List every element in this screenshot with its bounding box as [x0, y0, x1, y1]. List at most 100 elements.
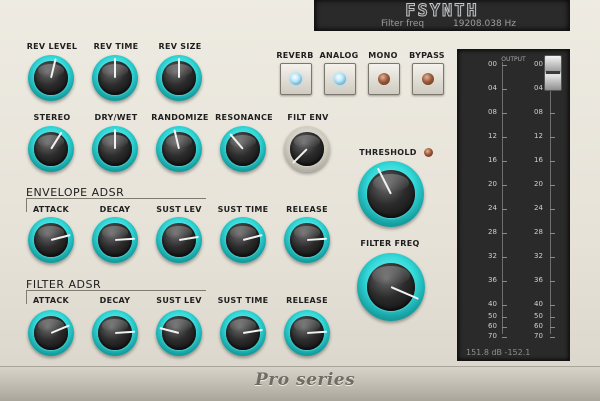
rev-time-knob[interactable]	[92, 55, 138, 101]
meter-tick-line	[502, 161, 507, 162]
meter-left-tick: 70	[488, 332, 497, 340]
threshold-knob[interactable]	[358, 161, 424, 227]
envelope-attack-knob[interactable]	[28, 217, 74, 263]
meter-tick-line	[502, 281, 507, 282]
envelope-sust-time-label: SUST TIME	[217, 205, 269, 214]
filter-freq-label: FILTER FREQ	[360, 239, 420, 248]
rev-time-label: REV TIME	[93, 42, 139, 51]
mono-switch[interactable]	[368, 63, 400, 95]
display-title: FSYNTH	[405, 1, 479, 22]
resonance-knob[interactable]	[220, 126, 266, 172]
meter-tick-line	[550, 281, 555, 282]
rev-size-knob[interactable]	[156, 55, 202, 101]
meter-rail-right	[550, 62, 551, 334]
meter-left-tick: 50	[488, 312, 497, 320]
filter-sust-time-label: SUST TIME	[217, 296, 269, 305]
meter-tick-line	[550, 337, 555, 338]
meter-tick-line	[502, 257, 507, 258]
filt-env-knob[interactable]	[284, 126, 330, 172]
meter-right-tick: 08	[534, 108, 543, 116]
envelope-decay-label: DECAY	[99, 205, 131, 214]
meter-left-tick: 40	[488, 300, 497, 308]
meter-left-tick: 36	[488, 276, 497, 284]
rev-level-knob[interactable]	[28, 55, 74, 101]
dry-wet-knob[interactable]	[92, 126, 138, 172]
meter-right-tick: 32	[534, 252, 543, 260]
output-fader-handle[interactable]	[544, 55, 562, 91]
filter-sust-lev-label: SUST LEV	[156, 296, 202, 305]
meter-tick-line	[502, 305, 507, 306]
meter-right-tick: 28	[534, 228, 543, 236]
threshold-label: THRESHOLD	[359, 148, 417, 157]
meter-right-tick: 12	[534, 132, 543, 140]
brand-logo: Pro series	[255, 370, 356, 390]
stereo-knob[interactable]	[28, 126, 74, 172]
stereo-label: STEREO	[33, 113, 71, 122]
analog-switch[interactable]	[324, 63, 356, 95]
filter-decay-knob[interactable]	[92, 310, 138, 356]
meter-tick-line	[502, 65, 507, 66]
filt-env-label: FILT ENV	[287, 113, 329, 122]
reverb-switch-label: REVERB	[276, 51, 314, 60]
rev-level-label: REV LEVEL	[26, 42, 78, 51]
meter-right-tick: 50	[534, 312, 543, 320]
meter-tick-line	[550, 305, 555, 306]
meter-tick-line	[502, 327, 507, 328]
meter-right-tick: 04	[534, 84, 543, 92]
meter-left-tick: 00	[488, 60, 497, 68]
filter-attack-knob[interactable]	[28, 310, 74, 356]
resonance-label: RESONANCE	[215, 113, 273, 122]
display-param-value: 19208.038 Hz	[453, 19, 517, 29]
meter-left-tick: 16	[488, 156, 497, 164]
envelope-sust-time-knob[interactable]	[220, 217, 266, 263]
meter-left-tick: 20	[488, 180, 497, 188]
threshold-led-icon	[424, 148, 433, 157]
meter-tick-line	[502, 89, 507, 90]
meter-right-tick: 16	[534, 156, 543, 164]
bypass-led-icon	[422, 73, 434, 85]
meter-right-tick: 60	[534, 322, 543, 330]
plugin-window: FSYNTH Filter freq 19208.038 Hz REV LEVE…	[0, 0, 600, 401]
meter-tick-line	[502, 233, 507, 234]
filter-decay-label: DECAY	[99, 296, 131, 305]
meter-tick-line	[502, 137, 507, 138]
mono-led-icon	[378, 73, 390, 85]
reverb-switch[interactable]	[280, 63, 312, 95]
meter-left-tick: 60	[488, 322, 497, 330]
meter-readout: 151.8 dB -152.1	[466, 348, 531, 357]
filter-release-label: RELEASE	[286, 296, 328, 305]
meter-tick-line	[550, 233, 555, 234]
envelope-attack-label: ATTACK	[32, 205, 70, 214]
meter-right-tick: 40	[534, 300, 543, 308]
meter-left-tick: 04	[488, 84, 497, 92]
randomize-knob[interactable]	[156, 126, 202, 172]
rev-size-label: REV SIZE	[158, 42, 202, 51]
meter-tick-line	[550, 137, 555, 138]
meter-right-tick: 20	[534, 180, 543, 188]
envelope-decay-knob[interactable]	[92, 217, 138, 263]
bypass-switch-label: BYPASS	[409, 51, 445, 60]
bypass-switch[interactable]	[412, 63, 444, 95]
meter-tick-line	[550, 113, 555, 114]
meter-tick-line	[550, 161, 555, 162]
envelope-release-knob[interactable]	[284, 217, 330, 263]
display-screen: FSYNTH Filter freq 19208.038 Hz	[314, 0, 570, 31]
meter-right-tick: 00	[534, 60, 543, 68]
display-param-name: Filter freq	[381, 19, 425, 29]
reverb-led-icon	[290, 73, 302, 85]
meter-tick-line	[550, 327, 555, 328]
filter-sust-time-knob[interactable]	[220, 310, 266, 356]
dry-wet-label: DRY/WET	[94, 113, 138, 122]
envelope-sust-lev-label: SUST LEV	[156, 205, 202, 214]
filter-attack-label: ATTACK	[32, 296, 70, 305]
meter-rail-left	[502, 62, 503, 334]
output-meter: OUTPUT 00 04 08 12 16 20 24 28 32 36 40 50 60 70 00 04 0…	[457, 49, 570, 361]
filter-freq-knob[interactable]	[357, 253, 425, 321]
meter-tick-line	[550, 209, 555, 210]
envelope-sust-lev-knob[interactable]	[156, 217, 202, 263]
envelope-adsr-divider	[26, 198, 206, 199]
mono-switch-label: MONO	[368, 51, 398, 60]
filter-sust-lev-knob[interactable]	[156, 310, 202, 356]
randomize-label: RANDOMIZE	[151, 113, 209, 122]
filter-release-knob[interactable]	[284, 310, 330, 356]
